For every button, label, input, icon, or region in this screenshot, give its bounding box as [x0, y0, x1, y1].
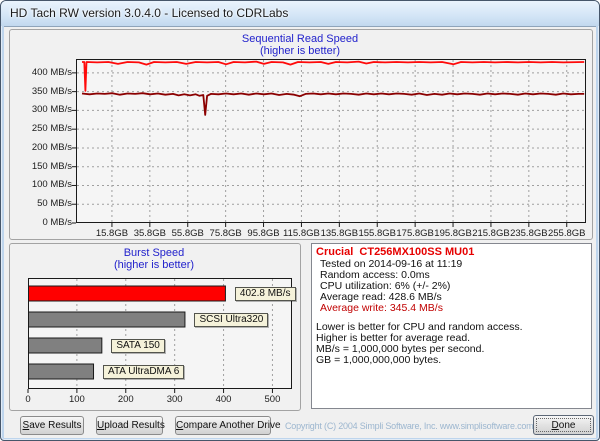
burst-axis-tick-label: 400 — [215, 394, 232, 405]
burst-axis-tick-label: 300 — [166, 394, 183, 405]
burst-axis-tick-label: 500 — [264, 394, 281, 405]
titlebar[interactable]: HD Tach RW version 3.0.4.0 - Licensed to… — [1, 1, 599, 26]
average-write-line: Average write: 345.4 MB/s — [320, 302, 443, 314]
y-axis-tick-label: 50 MB/s — [37, 198, 72, 210]
burst-bar — [28, 337, 103, 354]
burst-bar — [28, 311, 186, 328]
copyright-text: Copyright (C) 2004 Simpli Software, Inc.… — [285, 421, 534, 431]
y-axis-tick-label: 250 MB/s — [31, 123, 72, 135]
y-axis-tick-label: 350 MB/s — [31, 85, 72, 97]
y-axis-tick-label: 400 MB/s — [31, 66, 72, 78]
y-axis-tick-label: 0 MB/s — [42, 217, 72, 228]
burst-chart-title: Burst Speed — [123, 247, 185, 259]
y-axis-tick-label: 150 MB/s — [31, 160, 72, 172]
drive-info-panel: Crucial CT256MX100SS MU01 Tested on 2014… — [311, 243, 592, 409]
note-line: GB = 1,000,000,000 bytes. — [316, 354, 442, 366]
sequential-chart-subtitle: (higher is better) — [259, 45, 341, 57]
drive-name: Crucial CT256MX100SS MU01 — [316, 246, 475, 258]
app-window: HD Tach RW version 3.0.4.0 - Licensed to… — [0, 0, 600, 441]
upload-results-button[interactable]: Upload Results — [96, 416, 165, 435]
y-axis-tick-label: 100 MB/s — [31, 179, 72, 191]
burst-axis-tick-label: 200 — [117, 394, 134, 405]
burst-bar-label: SATA 150 — [111, 339, 165, 353]
button-label: one — [558, 419, 576, 431]
burst-bar — [28, 363, 95, 380]
window-title: HD Tach RW version 3.0.4.0 - Licensed to… — [10, 6, 289, 20]
button-label: pload Results — [104, 420, 165, 431]
button-label: ompare Another Drive — [183, 420, 281, 431]
burst-bar — [28, 285, 226, 302]
sequential-chart-title: Sequential Read Speed — [241, 33, 359, 45]
button-label: ave Results — [29, 420, 82, 431]
burst-chart-subtitle: (higher is better) — [113, 259, 195, 271]
button-label: D — [551, 419, 559, 431]
x-axis-tick-label: 255.8GB — [547, 228, 586, 239]
burst-axis-tick-label: 0 — [25, 394, 31, 405]
y-axis-tick-label: 300 MB/s — [31, 104, 72, 116]
y-axis-tick-label: 200 MB/s — [31, 141, 72, 153]
burst-bar-label: 402.8 MB/s — [234, 287, 296, 301]
burst-axis-tick-label: 100 — [68, 394, 85, 405]
compare-another-drive-button[interactable]: Compare Another Drive — [175, 416, 281, 435]
save-results-button[interactable]: Save Results — [20, 416, 84, 435]
done-button[interactable]: Done — [533, 415, 594, 435]
burst-bar-label: SCSI Ultra320 — [194, 313, 269, 327]
sequential-read-chart — [72, 59, 586, 227]
burst-bar-label: ATA UltraDMA 6 — [103, 365, 185, 379]
legend-notes: Lower is better for CPU and random acces… — [316, 322, 587, 366]
